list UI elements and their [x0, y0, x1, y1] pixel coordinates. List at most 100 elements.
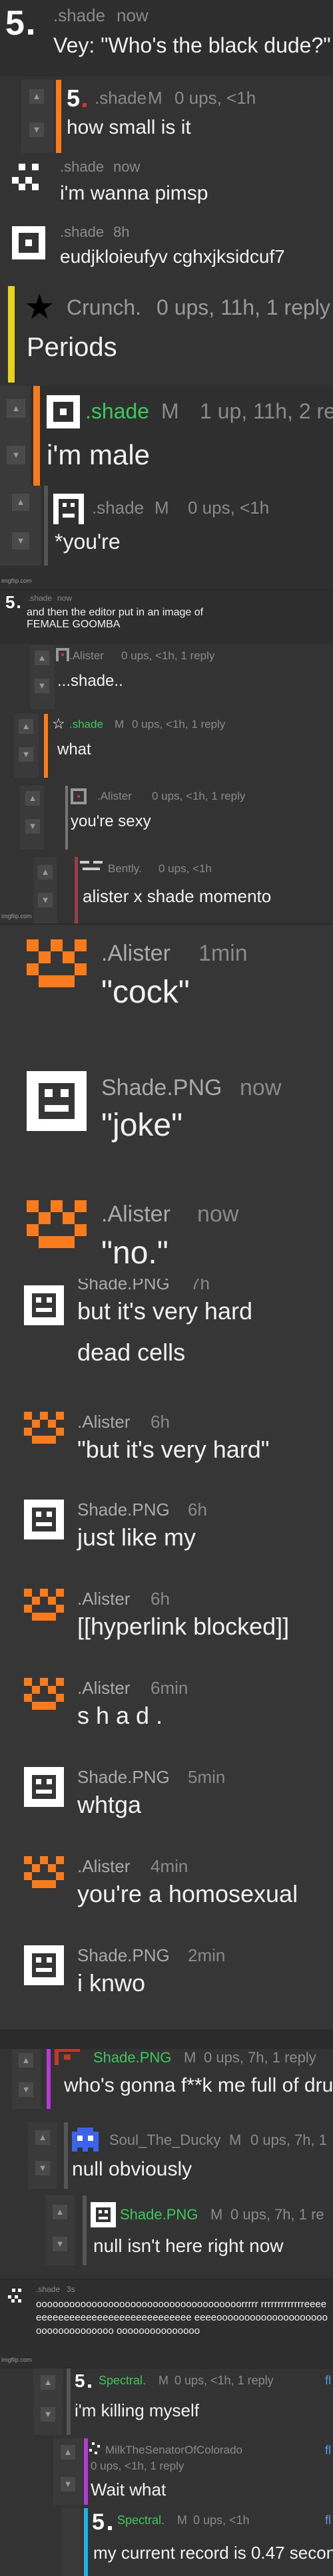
username[interactable]: Crunch. — [67, 295, 141, 320]
comment-text: and then the editor put in an image of F… — [27, 607, 204, 630]
username[interactable]: .shade — [92, 498, 144, 518]
orange-face-avatar-icon — [27, 1200, 87, 1248]
reply-meta: 0 ups, <1h — [174, 88, 256, 108]
upvote-button[interactable]: ▲ — [19, 719, 33, 734]
flag-link[interactable]: fl — [325, 2513, 331, 2527]
username[interactable]: .Alister — [69, 649, 104, 663]
flag-link[interactable]: fl — [325, 2374, 331, 2388]
svg-text:5: 5 — [5, 593, 15, 611]
timestamp: 4min — [151, 1856, 188, 1876]
svg-text:5: 5 — [5, 7, 25, 39]
username[interactable]: .Alister — [97, 790, 132, 803]
username[interactable]: .shade — [60, 158, 104, 176]
chat-message: .Alister 1min "cock" — [0, 931, 333, 1038]
timestamp: 1min — [198, 941, 248, 966]
username[interactable]: .shade — [69, 718, 103, 731]
upvote-button[interactable]: ▲ — [53, 2205, 67, 2219]
orange-face-avatar-icon — [27, 939, 87, 987]
reply-accent-bar — [83, 2195, 87, 2265]
upvote-button[interactable]: ▲ — [41, 2375, 55, 2390]
upvote-button[interactable]: ▲ — [7, 399, 25, 418]
username[interactable]: Shade.PNG — [120, 2206, 198, 2223]
downvote-button[interactable]: ▼ — [19, 2082, 33, 2097]
flag-link[interactable]: fl — [325, 2444, 331, 2458]
downvote-button[interactable]: ▼ — [25, 819, 40, 834]
reply-meta: 0 ups, <1h, 1 reply — [91, 2460, 184, 2472]
svg-text:5: 5 — [75, 2371, 85, 2390]
username[interactable]: Spectral. — [99, 2374, 146, 2388]
mod-badge: M — [210, 2206, 223, 2223]
message-text: "but it's very hard" — [77, 1436, 270, 1463]
reply-row: ▲ ▼ Bently. 0 ups, <1h alister x shade m… — [0, 857, 333, 923]
downvote-button[interactable]: ▼ — [12, 532, 29, 550]
username[interactable]: .shade — [36, 2285, 60, 2294]
downvote-button[interactable]: ▼ — [29, 122, 44, 137]
downvote-button[interactable]: ▼ — [35, 2161, 50, 2175]
reply-row: .shade 8h eudjkloieufyv cghxjksidcuf7 — [0, 220, 333, 279]
upvote-button[interactable]: ▲ — [29, 89, 44, 104]
username[interactable]: .Alister — [101, 941, 170, 967]
username[interactable]: .shade — [53, 5, 105, 26]
reply-accent-bar — [8, 286, 15, 383]
username[interactable]: Shade.PNG — [77, 1500, 170, 1520]
chat-message: .Alister 6min s h a d . — [0, 1671, 333, 1744]
username[interactable]: .shade — [95, 88, 147, 108]
upvote-button[interactable]: ▲ — [35, 651, 49, 665]
reply-text: i'm killing myself — [75, 2400, 199, 2420]
username[interactable]: .Alister — [77, 1678, 130, 1698]
orange-face-avatar-icon — [24, 1856, 64, 1888]
username[interactable]: .Alister — [77, 1856, 130, 1877]
reply-text: how small is it — [67, 116, 191, 138]
reply-text: eudjkloieufyv cghxjksidcuf7 — [60, 246, 285, 267]
downvote-button[interactable]: ▼ — [7, 446, 25, 464]
username[interactable]: .shade — [85, 399, 149, 424]
star-icon: ★ — [24, 288, 55, 327]
username[interactable]: Spectral. — [117, 2513, 165, 2527]
upvote-button[interactable]: ▲ — [61, 2445, 75, 2460]
svg-text:5: 5 — [67, 86, 80, 109]
username[interactable]: .shade — [28, 593, 52, 603]
message-text-line2: dead cells — [77, 1339, 186, 1366]
downvote-button[interactable]: ▼ — [41, 2407, 55, 2422]
mod-badge: M — [177, 2513, 187, 2527]
username[interactable]: Shade.PNG — [93, 2049, 171, 2066]
username[interactable]: .shade — [60, 224, 104, 241]
reply-accent-bar — [47, 2049, 51, 2109]
reply-text: *you're — [55, 530, 121, 554]
message-text: just like my — [77, 1524, 196, 1551]
username[interactable]: .Alister — [101, 1202, 170, 1227]
username[interactable]: .Alister — [77, 1589, 130, 1609]
reply-row: ▲ ▼ .shade M 1 up, 11h, 2 re i'm male — [0, 386, 333, 486]
username[interactable]: Shade.PNG — [101, 1075, 222, 1101]
username[interactable]: Bently. — [108, 862, 142, 876]
s-logo-icon: 5 — [75, 2371, 91, 2390]
reply-text: i'm wanna pimsp — [60, 182, 208, 204]
downvote-button[interactable]: ▼ — [53, 2237, 67, 2251]
timestamp: 6min — [151, 1678, 188, 1698]
upvote-button[interactable]: ▲ — [12, 494, 29, 511]
comment-header: 5 .shade now and then the editor put in … — [0, 591, 333, 644]
upvote-button[interactable]: ▲ — [19, 2053, 33, 2068]
reply-text: my current record is 0.47 seconds — [93, 2543, 333, 2563]
username[interactable]: Shade.PNG — [77, 1945, 170, 1966]
message-text: but it's very hard — [77, 1297, 252, 1325]
upvote-button[interactable]: ▲ — [25, 791, 40, 806]
mod-badge: M — [155, 498, 169, 518]
downvote-button[interactable]: ▼ — [38, 893, 53, 907]
username[interactable]: Soul_The_Ducky — [109, 2132, 221, 2149]
reply-accent-bar — [84, 2508, 88, 2576]
username[interactable]: Shade.PNG — [77, 1767, 170, 1788]
username[interactable]: MilkTheSenatorOfColorado — [105, 2444, 242, 2457]
downvote-button[interactable]: ▼ — [35, 679, 49, 693]
downvote-button[interactable]: ▼ — [61, 2477, 75, 2492]
upvote-button[interactable]: ▲ — [38, 865, 53, 880]
pixel-avatar-icon — [89, 2442, 100, 2454]
username[interactable]: .Alister — [77, 1412, 130, 1432]
comment-panel-5: .shade 3s oooooooooooooooooooooooooooooo… — [0, 2281, 333, 2367]
timestamp: 8h — [113, 224, 130, 240]
username[interactable]: Shade.PNG — [77, 1279, 170, 1294]
downvote-button[interactable]: ▼ — [19, 747, 33, 762]
reply-row: ▲ ▼ .Alister 0 ups, <1h, 1 reply ...shad… — [0, 645, 333, 709]
s-logo-icon: 5 — [67, 86, 87, 109]
upvote-button[interactable]: ▲ — [35, 2130, 50, 2145]
